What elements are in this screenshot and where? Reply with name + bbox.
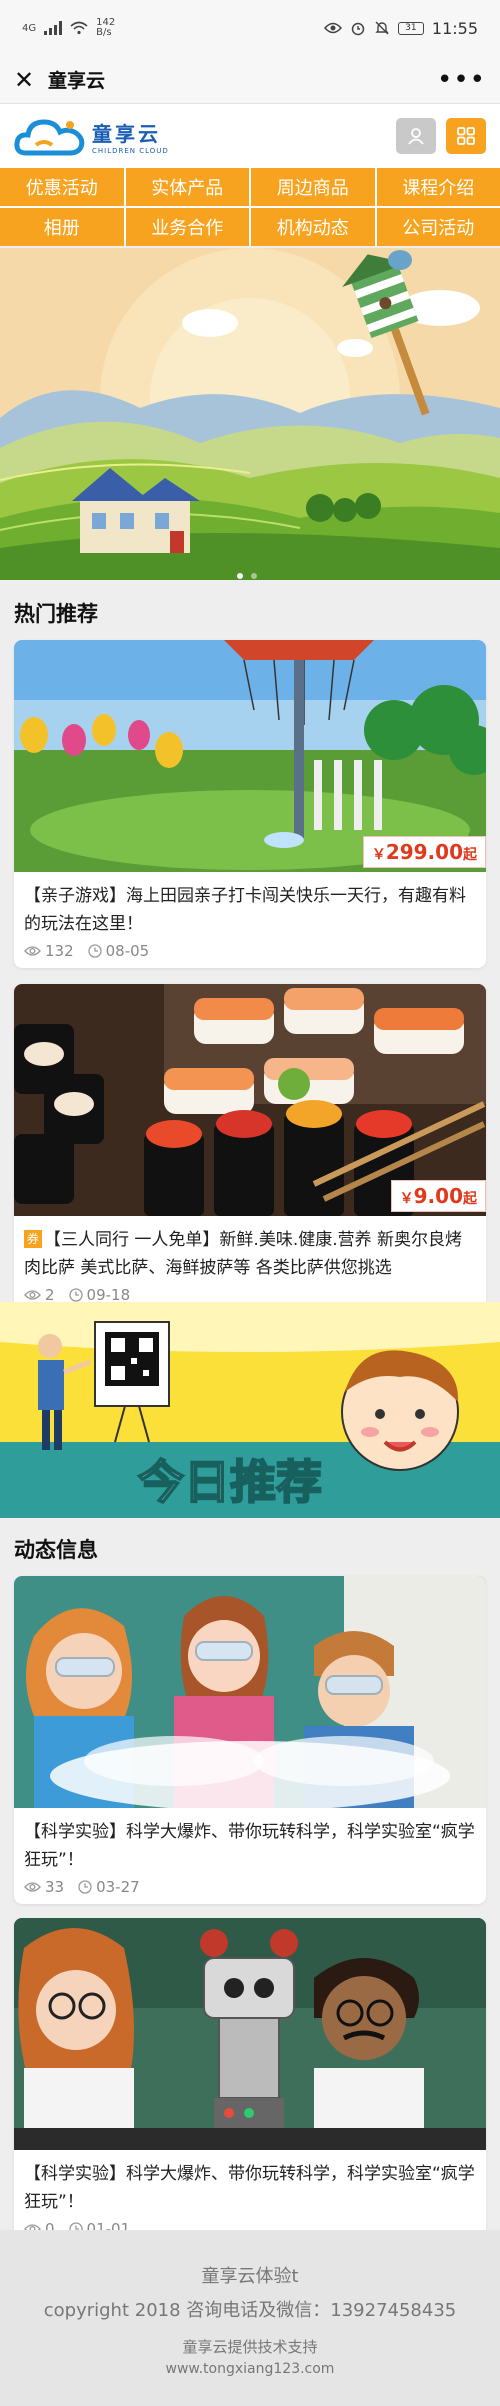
logo-name-en: CHILDREN CLOUD: [92, 146, 169, 155]
logo-text: 童享云 CHILDREN CLOUD: [92, 118, 169, 155]
price-value: 9.00: [413, 1184, 463, 1208]
card-image: ￥9.00起: [14, 984, 486, 1216]
promo-illustration: 今日推荐: [0, 1302, 500, 1518]
price-tag: ￥9.00起: [390, 1180, 486, 1212]
nav-item-discounts[interactable]: 优惠活动: [0, 168, 124, 206]
price-suffix: 起: [463, 1191, 477, 1207]
nav-item-products[interactable]: 实体产品: [125, 168, 249, 206]
close-icon[interactable]: ✕: [14, 66, 44, 94]
status-right: 31 11:55: [323, 18, 478, 38]
news-card[interactable]: 【科学实验】科学大爆炸、带你玩转科学，科学实验室“疯学狂玩”！ 0 01-01: [14, 1918, 486, 2246]
coupon-badge: 券: [24, 1230, 43, 1248]
nav-item-merchandise[interactable]: 周边商品: [251, 168, 375, 206]
wifi-icon: [70, 21, 88, 35]
card-meta: 132 08-05: [24, 942, 476, 960]
nav-item-courses[interactable]: 课程介绍: [376, 168, 500, 206]
card-title: 【科学实验】科学大爆炸、带你玩转科学，科学实验室“疯学狂玩”！: [24, 1822, 475, 1870]
card-title-text: 【三人同行 一人免单】新鲜.美味.健康.营养 新奥尔良烤肉比萨 美式比萨、海鲜披…: [24, 1230, 463, 1278]
promo-banner[interactable]: 今日推荐: [0, 1302, 500, 1518]
mute-icon: [375, 21, 389, 35]
footer: 童享云体验t copyright 2018 咨询电话及微信：1392745843…: [0, 2230, 500, 2406]
card-body: 券【三人同行 一人免单】新鲜.美味.健康.营养 新奥尔良烤肉比萨 美式比萨、海鲜…: [14, 1216, 486, 1312]
hero-illustration: [0, 248, 500, 580]
post-date-value: 08-05: [105, 942, 150, 960]
clock: 11:55: [431, 18, 478, 38]
eye-icon: [24, 1882, 41, 1892]
footer-site-name: 童享云体验t: [201, 2266, 299, 2287]
price-tag: ￥299.00起: [362, 836, 486, 868]
news-section-title: 动态信息: [14, 1538, 98, 1562]
card-meta: 33 03-27: [24, 1878, 476, 1896]
card-body: 【亲子游戏】海上田园亲子打卡闯关快乐一天行，有趣有料的玩法在这里！ 132 08…: [14, 872, 486, 968]
page-title: 童享云: [48, 70, 106, 92]
footer-tech-support: 童享云提供技术支持: [182, 2338, 318, 2356]
nav-item-news[interactable]: 机构动态: [251, 208, 375, 246]
promo-title: 今日推荐: [138, 1455, 322, 1509]
price-value: 299.00: [385, 840, 463, 864]
news-card[interactable]: 【科学实验】科学大爆炸、带你玩转科学，科学实验室“疯学狂玩”！ 33 03-27: [14, 1576, 486, 1904]
user-button[interactable]: [396, 118, 436, 154]
post-date: 03-27: [78, 1878, 140, 1896]
status-bar: 4G 142 B/s 31 11:55: [0, 0, 500, 56]
net-speed-unit: B/s: [96, 27, 112, 38]
logo-name-cn: 童享云: [92, 121, 161, 146]
view-count-value: 33: [45, 1878, 65, 1896]
more-icon[interactable]: •••: [437, 65, 486, 95]
battery-level: 31: [405, 22, 417, 33]
clock-icon: [87, 944, 102, 958]
clock-icon: [78, 1880, 92, 1894]
hot-section-title: 热门推荐: [14, 602, 98, 626]
view-count: 132: [24, 942, 74, 960]
alarm-icon: [351, 22, 365, 36]
view-count: 33: [24, 1878, 64, 1896]
title-bar: ✕ 童享云 •••: [0, 56, 500, 104]
grid-icon: [457, 127, 475, 145]
footer-copyright: copyright 2018 咨询电话及微信：13927458435: [43, 2300, 457, 2321]
header-buttons: [396, 118, 486, 154]
card-title: 券【三人同行 一人免单】新鲜.美味.健康.营养 新奥尔良烤肉比萨 美式比萨、海鲜…: [24, 1226, 476, 1282]
net-speed: 142 B/s: [96, 18, 115, 38]
menu-grid-button[interactable]: [446, 118, 486, 154]
category-nav: 优惠活动 实体产品 周边商品 课程介绍 相册 业务合作 机构动态 公司活动: [0, 168, 500, 246]
price-currency: ￥: [399, 1191, 414, 1207]
card-image: ￥299.00起: [14, 640, 486, 872]
nav-item-album[interactable]: 相册: [0, 208, 124, 246]
card-title: 【亲子游戏】海上田园亲子打卡闯关快乐一天行，有趣有料的玩法在这里！: [24, 886, 466, 934]
signal-icon: [44, 21, 63, 35]
card-body: 【科学实验】科学大爆炸、带你玩转科学，科学实验室“疯学狂玩”！ 33 03-27: [14, 1808, 486, 1904]
science-kids-image: [14, 1576, 486, 1808]
price-suffix: 起: [463, 847, 477, 863]
cloud-logo-icon: [14, 119, 85, 156]
price-currency: ￥: [371, 847, 386, 863]
logo[interactable]: 童享云 CHILDREN CLOUD: [14, 113, 169, 159]
status-left: 4G 142 B/s: [22, 18, 115, 38]
user-icon: [408, 128, 424, 145]
hot-card[interactable]: ￥299.00起 【亲子游戏】海上田园亲子打卡闯关快乐一天行，有趣有料的玩法在这…: [14, 640, 486, 968]
clock-icon: [68, 1288, 83, 1302]
post-date: 08-05: [87, 942, 150, 960]
footer-website-link[interactable]: www.tongxiang123.com: [0, 2361, 500, 2377]
nav-item-cooperation[interactable]: 业务合作: [125, 208, 249, 246]
post-date-value: 03-27: [96, 1878, 140, 1896]
robot-kids-image: [14, 1918, 486, 2150]
network-label: 4G: [22, 22, 37, 34]
nav-item-company-events[interactable]: 公司活动: [376, 208, 500, 246]
eye-icon: [24, 946, 41, 956]
card-image: [14, 1918, 486, 2150]
battery-icon: 31: [397, 21, 424, 35]
eye-icon: [323, 22, 342, 34]
eye-icon: [24, 1290, 41, 1300]
site-header: 童享云 CHILDREN CLOUD: [0, 104, 500, 168]
view-count-value: 132: [45, 942, 74, 960]
hero-banner[interactable]: [0, 248, 500, 580]
card-image: [14, 1576, 486, 1808]
hot-card[interactable]: ￥9.00起 券【三人同行 一人免单】新鲜.美味.健康.营养 新奥尔良烤肉比萨 …: [14, 984, 486, 1312]
card-title: 【科学实验】科学大爆炸、带你玩转科学，科学实验室“疯学狂玩”！: [24, 2164, 475, 2212]
